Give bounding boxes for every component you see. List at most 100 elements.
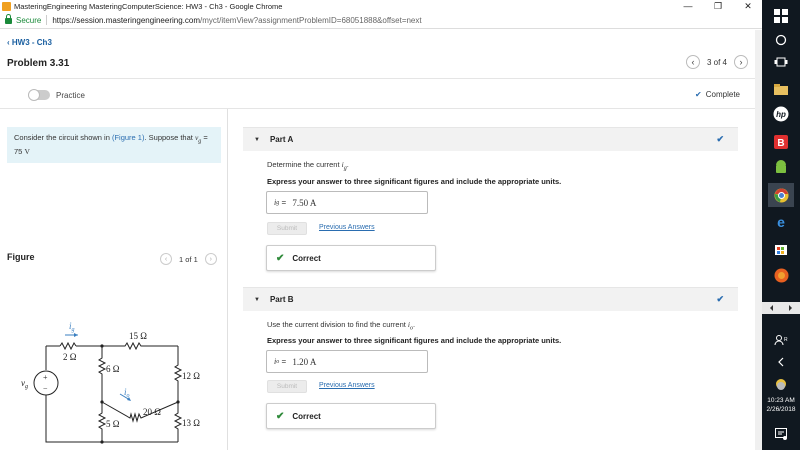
weather-icon[interactable] (768, 372, 794, 396)
page-title: Problem 3.31 (7, 58, 70, 69)
label-r13: 13 Ω (182, 418, 200, 428)
part-a-answer-field[interactable]: ig = 7.50 A (266, 191, 428, 214)
part-a-header[interactable]: ▼ Part A ✔ (243, 127, 738, 151)
task-view-icon[interactable] (768, 50, 794, 74)
label-r5: 5 Ω (106, 419, 120, 429)
lock-icon (5, 14, 12, 24)
node (100, 344, 104, 348)
practice-toggle[interactable] (28, 89, 50, 101)
intro-text: Consider the circuit shown in (14, 133, 112, 142)
node (100, 440, 104, 444)
page-content: ‹ HW3 - Ch3 Problem 3.31 ‹ 3 of 4 › Prac… (0, 30, 762, 450)
prev-problem-button[interactable]: ‹ (685, 55, 700, 69)
close-button[interactable]: ✕ (733, 0, 763, 12)
part-b-result-box: ✔ Correct (266, 403, 436, 429)
result-label: Correct (292, 411, 321, 421)
checkmark-icon: ✔ (716, 134, 724, 144)
part-b-header[interactable]: ▼ Part B ✔ (243, 287, 738, 311)
submit-button[interactable]: Submit (267, 222, 307, 235)
intro-text: . Suppose that (144, 133, 195, 142)
resistor-2 (59, 341, 77, 351)
node (100, 400, 104, 404)
window-title-bar: MasteringEngineering MasteringComputerSc… (0, 0, 762, 12)
arrowhead-icon (74, 333, 78, 337)
previous-answers-link[interactable]: Previous Answers (319, 224, 375, 231)
practice-toggle-group: Practice (28, 89, 85, 101)
file-explorer-icon[interactable] (768, 77, 794, 101)
resistor-6 (97, 346, 107, 402)
svg-text:B: B (777, 138, 784, 149)
resistor-5 (97, 402, 107, 442)
android-icon[interactable] (768, 155, 794, 179)
label-r12: 12 Ω (182, 371, 200, 381)
search-icon[interactable] (768, 28, 794, 52)
address-bar[interactable]: Secure https://session.masteringengineer… (0, 12, 762, 29)
start-icon[interactable] (768, 4, 794, 28)
problem-pager: ‹ 3 of 4 › (685, 55, 748, 69)
figure-link[interactable]: (Figure 1) (112, 133, 145, 142)
clock-date: 2/26/2018 (766, 406, 796, 413)
label-r6: 6 Ω (106, 364, 120, 374)
complete-status: ✔ Complete (695, 90, 740, 99)
correct-check-icon: ✔ (276, 252, 285, 264)
url-text[interactable]: https://session.masteringengineering.com… (52, 16, 421, 25)
circuit-diagram: ig 2 Ω 15 Ω 6 Ω 12 Ω io 20 Ω 5 Ω 13 Ω vg… (21, 321, 200, 444)
part-a-result-box: ✔ Correct (266, 245, 436, 271)
label-r2: 2 Ω (63, 352, 77, 362)
part-b-answer-field[interactable]: io = 1.20 A (266, 350, 428, 373)
problem-pager-text: 3 of 4 (706, 57, 727, 67)
divider (0, 78, 762, 79)
previous-answers-link[interactable]: Previous Answers (319, 382, 375, 389)
store-icon[interactable] (768, 236, 794, 260)
resistor-15 (102, 341, 178, 351)
chrome-icon[interactable] (768, 183, 794, 207)
next-problem-button[interactable]: › (734, 55, 748, 69)
label-r15: 15 Ω (129, 331, 147, 341)
window-title: MasteringEngineering MasteringComputerSc… (14, 1, 283, 11)
chevron-left-icon[interactable] (768, 350, 794, 374)
back-link[interactable]: ‹ HW3 - Ch3 (7, 38, 52, 47)
part-b-title: Part B (269, 295, 294, 304)
svg-text:R: R (784, 337, 788, 343)
edge-icon[interactable]: e (768, 210, 794, 234)
prompt-text: Use the current division to find the cur… (267, 320, 408, 329)
part-a-title: Part A (269, 135, 294, 144)
label-vg: vg (21, 378, 28, 390)
label-minus: − (43, 384, 48, 393)
submit-button[interactable]: Submit (267, 380, 307, 393)
answer-value: 7.50 A (292, 197, 317, 208)
correct-check-icon: ✔ (276, 410, 285, 422)
windows-taskbar: hp B e R 10:23 AM 2/26/2018 (762, 0, 800, 450)
secure-label: Secure (16, 15, 42, 25)
minimize-button[interactable]: — (673, 0, 703, 12)
resistor-12 (173, 346, 183, 402)
bluestacks-icon[interactable]: B (768, 130, 794, 154)
people-icon[interactable]: R (768, 328, 794, 352)
practice-label: Practice (56, 90, 85, 100)
page-scrollbar[interactable] (755, 30, 762, 450)
prompt-text: . (346, 160, 349, 169)
problem-intro: Consider the circuit shown in (Figure 1)… (7, 127, 221, 163)
hp-icon[interactable]: hp (768, 102, 794, 126)
figure-pager-text: 1 of 1 (179, 254, 198, 264)
left-pane: Consider the circuit shown in (Figure 1)… (0, 109, 228, 450)
firefox-icon[interactable] (768, 263, 794, 287)
next-figure-button[interactable]: › (204, 253, 217, 265)
answer-value: 1.20 A (292, 356, 317, 367)
result-label: Correct (292, 253, 321, 263)
figure-pager: ‹ 1 of 1 › (160, 253, 217, 265)
resistor-13 (173, 402, 183, 442)
prev-figure-button[interactable]: ‹ (160, 253, 172, 265)
part-a-instructions: Express your answer to three significant… (267, 177, 562, 186)
url-path: /myct/itemView?assignmentProblemID=68051… (200, 15, 422, 25)
checkmark-icon: ✔ (695, 90, 702, 99)
part-b-prompt: Use the current division to find the cur… (267, 320, 415, 332)
taskbar-scroll-control[interactable] (762, 302, 800, 314)
clock-time: 10:23 AM (767, 397, 795, 404)
figure-heading: Figure (7, 252, 35, 262)
taskbar-clock[interactable]: 10:23 AM 2/26/2018 (762, 396, 800, 414)
intro-unit: V (24, 146, 30, 156)
notifications-icon[interactable] (768, 422, 794, 446)
maximize-button[interactable]: ❐ (703, 0, 733, 12)
site-favicon-icon (2, 1, 11, 11)
